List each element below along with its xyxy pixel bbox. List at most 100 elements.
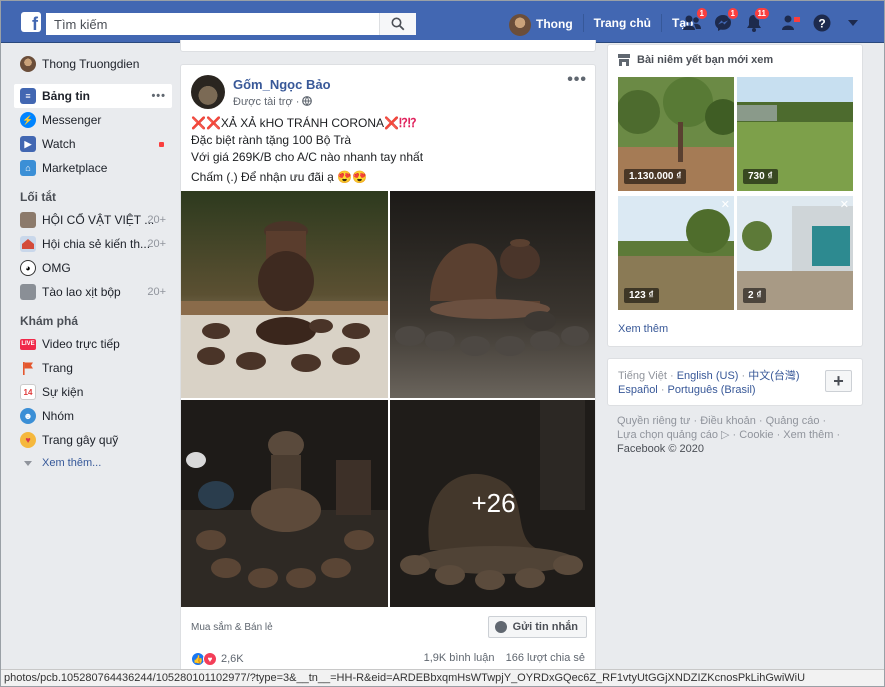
marketplace-listing-1[interactable]: 1.130.000 ₫ bbox=[618, 77, 734, 191]
chevron-down-icon bbox=[24, 461, 32, 466]
shortcut-item[interactable]: HỘI CỔ VẬT VIỆT ... 20+ bbox=[14, 208, 172, 232]
footer-link[interactable]: Lựa chọn quảng cáo bbox=[617, 429, 718, 441]
reactions-summary[interactable]: 👍 ♥ 2,6K bbox=[191, 652, 244, 666]
caret-down-icon bbox=[848, 20, 858, 26]
home-link[interactable]: Trang chủ bbox=[584, 14, 662, 32]
sidebar-item-label: Watch bbox=[42, 137, 76, 151]
heart-eyes-emoji-icon: 😍😍 bbox=[337, 170, 368, 184]
messages-button[interactable]: 1 bbox=[712, 7, 739, 34]
send-message-label: Gửi tin nhắn bbox=[512, 621, 578, 633]
close-icon[interactable]: ✕ bbox=[840, 198, 849, 211]
footer-link[interactable]: Xem thêm bbox=[783, 429, 833, 441]
post-message: ❌❌XẢ XẢ kHO TRÁNH CORONA❌⁉⁉ Đặc biệt ràn… bbox=[191, 115, 591, 186]
sidebar-item-messenger[interactable]: ⚡ Messenger bbox=[14, 108, 172, 132]
language-portuguese[interactable]: Português (Brasil) bbox=[668, 384, 756, 396]
account-menu-button[interactable] bbox=[842, 12, 864, 34]
explore-item-pages[interactable]: Trang bbox=[14, 356, 172, 380]
photo-1[interactable] bbox=[181, 191, 388, 398]
post-line-4-text: Chấm (.) Để nhận ưu đãi ạ bbox=[191, 170, 334, 184]
page-name[interactable]: Gốm_Ngọc Bảo bbox=[233, 77, 331, 92]
footer-link[interactable]: Quyền riêng tư bbox=[617, 415, 690, 427]
photo-4[interactable]: +26 bbox=[390, 400, 595, 607]
post-line-3: Với giá 269K/B cho A/C nào nhanh tay nhấ… bbox=[191, 150, 424, 164]
post-line-1-text: XẢ XẢ kHO TRÁNH CORONA bbox=[220, 116, 385, 130]
sidebar-item-marketplace[interactable]: ⌂ Marketplace bbox=[14, 156, 172, 180]
group-icon: ◕ bbox=[20, 260, 36, 276]
page-avatar[interactable] bbox=[191, 75, 225, 109]
copyright: Facebook © 2020 bbox=[617, 443, 704, 455]
language-chinese[interactable]: 中文(台灣) bbox=[748, 370, 799, 382]
sponsored-text: Được tài trợ bbox=[233, 96, 293, 108]
post-line-1: ❌❌XẢ XẢ kHO TRÁNH CORONA❌⁉⁉ bbox=[191, 115, 591, 131]
shortcut-count: 20+ bbox=[147, 286, 166, 298]
ad-choices-icon: ▷ bbox=[721, 429, 730, 441]
language-spanish[interactable]: Español bbox=[618, 384, 658, 396]
explore-item-live-video[interactable]: LIVE Video trực tiếp bbox=[14, 332, 172, 356]
shortcut-count: 20+ bbox=[147, 214, 166, 226]
marketplace-listing-2[interactable]: 730 ₫ bbox=[737, 77, 853, 191]
photo-2[interactable] bbox=[390, 191, 595, 398]
language-card: Tiếng Việt · English (US) · 中文(台灣) Españ… bbox=[607, 358, 863, 406]
sidebar-item-watch[interactable]: ▶ Watch bbox=[14, 132, 172, 156]
marketplace-listing-4[interactable]: 2 ₫ ✕ bbox=[737, 196, 853, 310]
see-more-link[interactable]: Xem thêm... bbox=[14, 452, 172, 474]
search-input[interactable] bbox=[46, 13, 379, 35]
explore-item-groups[interactable]: ☻ Nhóm bbox=[14, 404, 172, 428]
profile-name: Thong bbox=[536, 17, 573, 32]
add-language-button[interactable]: + bbox=[825, 370, 852, 392]
profile-link[interactable]: Thong bbox=[499, 14, 584, 36]
shares-count[interactable]: 166 lượt chia sẻ bbox=[506, 652, 585, 664]
listing-price: 123 ₫ bbox=[624, 288, 659, 303]
shortcut-item[interactable]: ◕ OMG bbox=[14, 256, 172, 280]
reactions-count: 2,6K bbox=[221, 653, 244, 665]
sidebar-profile[interactable]: Thong Truongdien bbox=[14, 52, 172, 76]
top-nav-links: Thong Trang chủ Tạo bbox=[499, 11, 703, 36]
shortcut-label: Hội chia sẻ kiến th... bbox=[42, 237, 151, 251]
listing-price: 2 ₫ bbox=[743, 288, 767, 303]
quick-help-button[interactable] bbox=[780, 12, 802, 34]
cross-emoji-icon: ❌⁉⁉ bbox=[384, 116, 417, 130]
explore-heading: Khám phá bbox=[20, 314, 79, 328]
watch-notification-dot bbox=[159, 141, 164, 147]
news-feed-icon: ≡ bbox=[20, 88, 36, 104]
send-message-button[interactable]: Gửi tin nhắn bbox=[487, 616, 587, 638]
shortcuts-heading: Lối tắt bbox=[20, 190, 56, 204]
photo-3[interactable] bbox=[181, 400, 388, 607]
page-footer: Quyền riêng tư · Điều khoản · Quảng cáo … bbox=[617, 415, 841, 455]
explore-item-fundraisers[interactable]: ♥ Trang gây quỹ bbox=[14, 428, 172, 452]
marketplace-listing-3[interactable]: 123 ₫ ✕ bbox=[618, 196, 734, 310]
previous-composer-fragment bbox=[180, 40, 596, 52]
marketplace-see-more-link[interactable]: Xem thêm bbox=[618, 323, 668, 335]
calendar-icon: 14 bbox=[20, 384, 36, 400]
explore-item-events[interactable]: 14 Sự kiện bbox=[14, 380, 172, 404]
search-button[interactable] bbox=[379, 13, 416, 35]
browser-status-bar: photos/pcb.105280764436244/1052801011029… bbox=[1, 669, 884, 686]
more-photos-overlay[interactable]: +26 bbox=[390, 400, 595, 607]
listing-price: 1.130.000 ₫ bbox=[624, 169, 687, 184]
post-stats: 1,9K bình luận 166 lượt chia sẻ bbox=[416, 652, 585, 664]
post-options-button[interactable]: ••• bbox=[567, 71, 587, 89]
groups-icon: ☻ bbox=[20, 408, 36, 424]
more-options-icon[interactable]: ••• bbox=[151, 90, 166, 102]
sidebar-item-news-feed[interactable]: ≡ Bảng tin ••• bbox=[14, 84, 172, 108]
footer-link[interactable]: Quảng cáo bbox=[766, 415, 820, 427]
language-english[interactable]: English (US) bbox=[677, 370, 739, 382]
shortcut-item[interactable]: Tào lao xịt bộp 20+ bbox=[14, 280, 172, 304]
facebook-logo[interactable]: f bbox=[21, 12, 41, 32]
shortcut-item[interactable]: Hội chia sẻ kiến th... 20+ bbox=[14, 232, 172, 256]
globe-icon bbox=[302, 96, 313, 106]
footer-link[interactable]: Cookie bbox=[739, 429, 773, 441]
sponsored-post: Gốm_Ngọc Bảo Được tài trợ · ••• ❌❌XẢ XẢ … bbox=[180, 64, 596, 676]
footer-link[interactable]: Điều khoản bbox=[700, 415, 756, 427]
help-button[interactable]: ? bbox=[811, 12, 833, 34]
notifications-button[interactable]: 11 bbox=[743, 7, 770, 34]
sponsored-label[interactable]: Được tài trợ · bbox=[233, 96, 331, 108]
fundraiser-icon: ♥ bbox=[20, 432, 36, 448]
marketplace-card-title-text: Bài niêm yết bạn mới xem bbox=[637, 54, 774, 66]
flag-icon bbox=[20, 360, 36, 376]
close-icon[interactable]: ✕ bbox=[721, 198, 730, 211]
messages-badge: 1 bbox=[726, 7, 739, 20]
shortcut-label: Tào lao xịt bộp bbox=[42, 285, 121, 299]
comments-count[interactable]: 1,9K bình luận bbox=[424, 652, 495, 664]
friend-requests-button[interactable]: 1 bbox=[681, 7, 708, 34]
